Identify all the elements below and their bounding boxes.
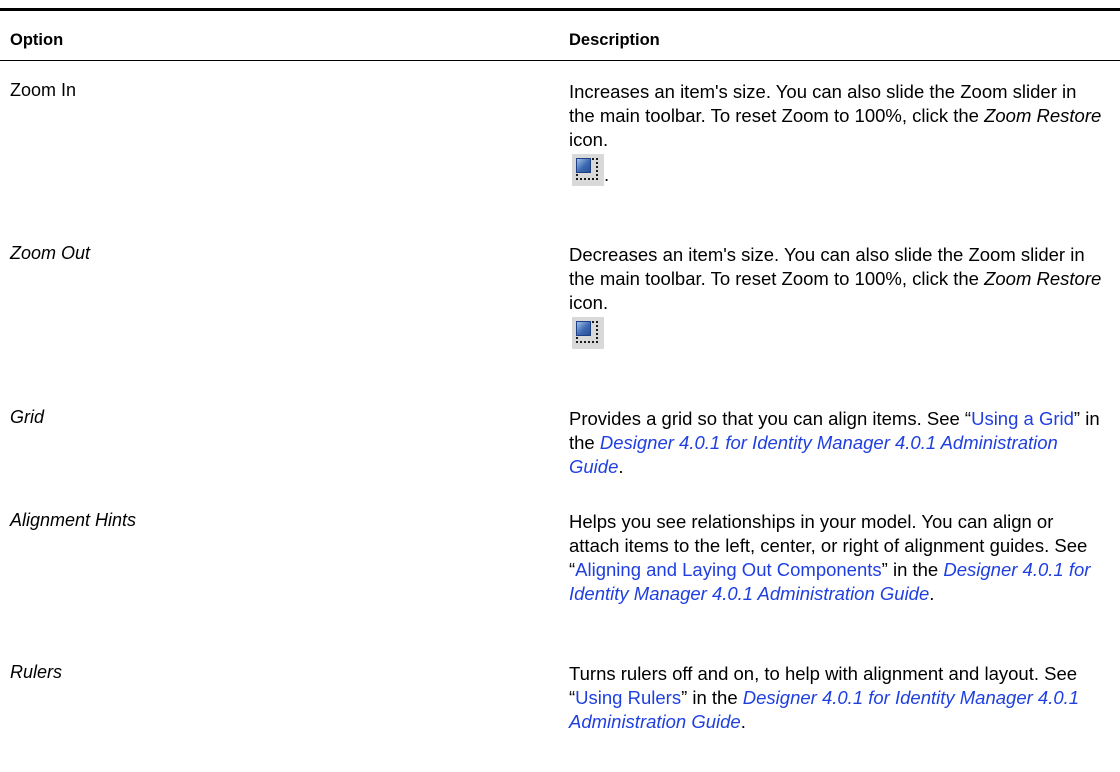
- description-zoom-out: Decreases an item's size. You can also s…: [569, 243, 1103, 353]
- table-top-rule: [0, 8, 1120, 11]
- option-rulers: Rulers: [10, 662, 63, 682]
- description-grid: Provides a grid so that you can align it…: [569, 408, 1100, 477]
- header-divider: [0, 60, 1120, 61]
- zoom-restore-icon: [572, 154, 604, 186]
- link-aligning-components[interactable]: Aligning and Laying Out Components: [575, 559, 881, 580]
- link-admin-guide[interactable]: Designer 4.0.1 for Identity Manager 4.0.…: [569, 432, 1058, 477]
- link-using-rulers[interactable]: Using Rulers: [575, 687, 681, 708]
- option-alignment-hints: Alignment Hints: [10, 510, 137, 530]
- column-header-description: Description: [569, 31, 660, 49]
- description-rulers: Turns rulers off and on, to help with al…: [569, 663, 1080, 732]
- option-zoom-in: Zoom In: [10, 80, 77, 100]
- description-zoom-in: Increases an item's size. You can also s…: [569, 81, 1102, 186]
- link-using-a-grid[interactable]: Using a Grid: [971, 408, 1074, 429]
- zoom-restore-icon: [572, 317, 604, 349]
- option-grid: Grid: [10, 407, 45, 427]
- column-header-option: Option: [10, 31, 64, 49]
- description-alignment-hints: Helps you see relationships in your mode…: [569, 511, 1091, 604]
- option-zoom-out: Zoom Out: [10, 243, 91, 263]
